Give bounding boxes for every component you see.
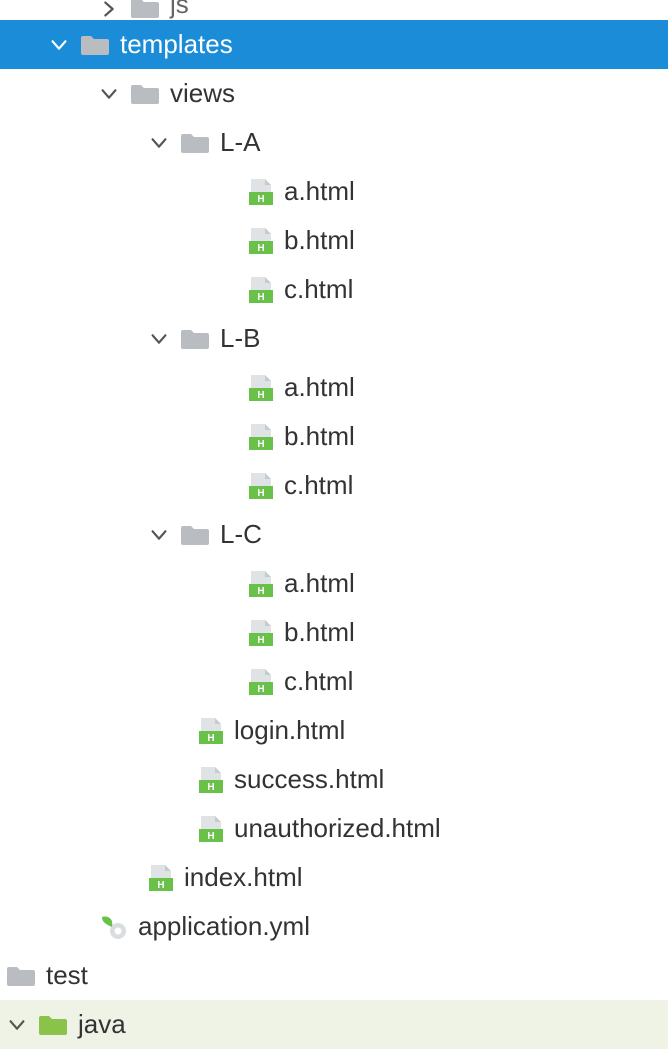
tree-item-label: b.html — [284, 421, 355, 452]
folder-icon — [80, 33, 110, 57]
tree-item-label: L-C — [220, 519, 262, 550]
yml-file-icon — [98, 913, 128, 941]
folder-icon — [180, 131, 210, 155]
tree-item-label: c.html — [284, 274, 353, 305]
tree-item-views[interactable]: views — [0, 69, 668, 118]
tree-item-file[interactable]: a.html — [0, 363, 668, 412]
folder-icon — [130, 0, 160, 20]
tree-item-label: views — [170, 78, 235, 109]
tree-item-file[interactable]: b.html — [0, 412, 668, 461]
tree-item-file[interactable]: a.html — [0, 167, 668, 216]
tree-item-file[interactable]: c.html — [0, 461, 668, 510]
tree-item-file[interactable]: b.html — [0, 216, 668, 265]
tree-item-label: a.html — [284, 176, 355, 207]
folder-icon — [130, 82, 160, 106]
tree-item-file[interactable]: unauthorized.html — [0, 804, 668, 853]
html-file-icon — [248, 472, 274, 500]
chevron-down-icon — [148, 524, 170, 546]
tree-item-label: index.html — [184, 862, 303, 893]
tree-item-l-b[interactable]: L-B — [0, 314, 668, 363]
tree-item-js[interactable]: js — [0, 0, 668, 20]
html-file-icon — [248, 668, 274, 696]
tree-item-file[interactable]: b.html — [0, 608, 668, 657]
chevron-down-icon — [148, 328, 170, 350]
tree-item-label: js — [170, 0, 189, 20]
folder-icon — [180, 327, 210, 351]
tree-item-file[interactable]: c.html — [0, 265, 668, 314]
chevron-down-icon — [98, 83, 120, 105]
html-file-icon — [198, 717, 224, 745]
html-file-icon — [248, 227, 274, 255]
tree-item-file[interactable]: index.html — [0, 853, 668, 902]
tree-item-label: L-A — [220, 127, 260, 158]
folder-icon — [38, 1013, 68, 1037]
tree-item-file[interactable]: c.html — [0, 657, 668, 706]
tree-item-file[interactable]: login.html — [0, 706, 668, 755]
html-file-icon — [248, 619, 274, 647]
html-file-icon — [248, 276, 274, 304]
tree-item-file[interactable]: a.html — [0, 559, 668, 608]
html-file-icon — [248, 178, 274, 206]
tree-item-java[interactable]: java — [0, 1000, 668, 1049]
tree-item-label: java — [78, 1009, 126, 1040]
html-file-icon — [248, 570, 274, 598]
tree-item-label: L-B — [220, 323, 260, 354]
html-file-icon — [198, 766, 224, 794]
chevron-right-icon — [98, 0, 120, 20]
folder-icon — [6, 964, 36, 988]
tree-item-l-c[interactable]: L-C — [0, 510, 668, 559]
tree-item-file[interactable]: application.yml — [0, 902, 668, 951]
tree-item-label: templates — [120, 29, 233, 60]
tree-item-label: a.html — [284, 568, 355, 599]
tree-item-label: c.html — [284, 666, 353, 697]
tree-item-file[interactable]: success.html — [0, 755, 668, 804]
tree-item-label: a.html — [284, 372, 355, 403]
chevron-down-icon — [48, 34, 70, 56]
tree-item-label: test — [46, 960, 88, 991]
tree-item-label: c.html — [284, 470, 353, 501]
tree-item-label: b.html — [284, 617, 355, 648]
chevron-down-icon — [6, 1014, 28, 1036]
tree-item-label: application.yml — [138, 911, 310, 942]
tree-item-l-a[interactable]: L-A — [0, 118, 668, 167]
tree-item-test[interactable]: test — [0, 951, 668, 1000]
chevron-down-icon — [148, 132, 170, 154]
tree-item-label: login.html — [234, 715, 345, 746]
tree-item-label: success.html — [234, 764, 384, 795]
html-file-icon — [148, 864, 174, 892]
html-file-icon — [198, 815, 224, 843]
html-file-icon — [248, 423, 274, 451]
tree-item-label: b.html — [284, 225, 355, 256]
tree-item-label: unauthorized.html — [234, 813, 441, 844]
folder-icon — [180, 523, 210, 547]
html-file-icon — [248, 374, 274, 402]
tree-item-templates[interactable]: templates — [0, 20, 668, 69]
